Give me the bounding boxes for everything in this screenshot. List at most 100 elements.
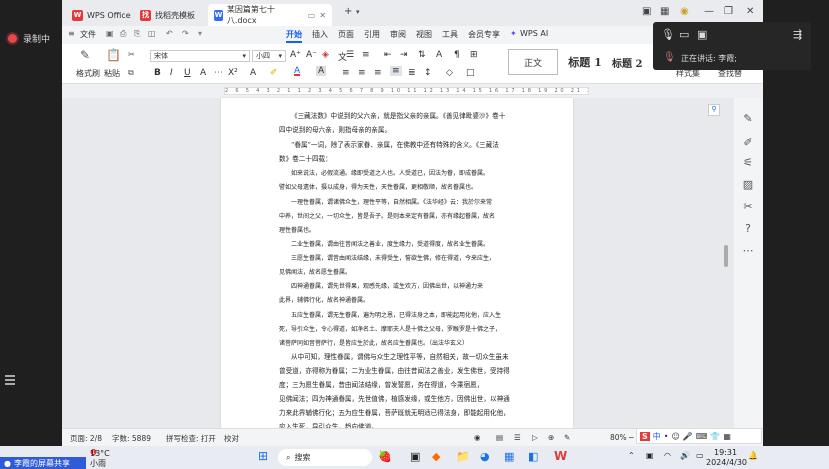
- italic-icon[interactable]: I: [170, 68, 173, 78]
- borders-icon[interactable]: ⊞: [470, 50, 478, 60]
- document-page[interactable]: 《三藏法数》中说到的父六亲，就是指父亲的亲属。《善见律毗婆沙》卷十 四中说到的母…: [221, 98, 573, 431]
- redo-icon[interactable]: ↷: [182, 29, 189, 38]
- window-icon[interactable]: ▭: [679, 28, 689, 41]
- battery-icon[interactable]: ▭: [696, 451, 704, 460]
- tab-display-icon[interactable]: ▭: [308, 11, 316, 20]
- menu-file[interactable]: 文件: [80, 29, 96, 40]
- show-marks-icon[interactable]: ¶: [454, 50, 460, 60]
- write-icon[interactable]: ✎: [564, 433, 570, 442]
- tray-app-icon[interactable]: ▣: [646, 451, 654, 460]
- sort-icon[interactable]: ⇅: [418, 50, 426, 60]
- more-icon[interactable]: ⋯: [741, 244, 755, 257]
- superscript-icon[interactable]: X²: [228, 68, 238, 78]
- ime-chinese-icon[interactable]: 中: [653, 431, 661, 442]
- play-icon[interactable]: ▷: [532, 433, 538, 442]
- menu-page[interactable]: 页面: [338, 29, 354, 40]
- panel-toggle-icon[interactable]: ⇶: [793, 28, 802, 41]
- adjust-icon[interactable]: ⚟: [741, 156, 755, 169]
- align-right-icon[interactable]: ≡: [374, 68, 382, 78]
- pen-icon[interactable]: ✎: [741, 112, 755, 125]
- chinese-layout-icon[interactable]: A: [436, 50, 442, 60]
- undo-icon[interactable]: ↶: [166, 29, 173, 38]
- notification-icon[interactable]: 🔔: [748, 451, 758, 460]
- style-heading-2[interactable]: 标题 2: [612, 49, 652, 75]
- bold-icon[interactable]: B: [154, 68, 161, 78]
- weather-desc[interactable]: 小雨: [90, 458, 106, 469]
- tab-template[interactable]: 找 找稻壳模板: [134, 4, 201, 26]
- member-avatar-icon[interactable]: ◉: [680, 6, 689, 17]
- ime-punct-icon[interactable]: •: [664, 432, 669, 441]
- vertical-scrollbar[interactable]: [724, 245, 728, 267]
- ime-skin-icon[interactable]: 👕: [710, 432, 720, 441]
- taskbar-search[interactable]: ⌕ 搜索: [278, 449, 372, 466]
- outdent-icon[interactable]: ⇤: [384, 50, 392, 60]
- zoom-out-icon[interactable]: −: [628, 433, 634, 442]
- style-normal[interactable]: 正文: [508, 49, 558, 75]
- font-color-icon[interactable]: A: [294, 66, 300, 76]
- cut-icon[interactable]: ✂: [128, 50, 135, 59]
- char-shading-icon[interactable]: A: [200, 68, 206, 78]
- menu-member[interactable]: 会员专享: [468, 29, 500, 40]
- align-center-icon[interactable]: ≡: [358, 68, 366, 78]
- volume-icon[interactable]: 🔊: [680, 451, 690, 460]
- ime-keyboard-icon[interactable]: ⌨: [696, 432, 708, 441]
- eye-protect-icon[interactable]: ◉: [474, 433, 481, 442]
- ime-toolbar[interactable]: S 中 • ☺ 🎤 ⌨ 👕 ▦: [636, 428, 762, 444]
- outline-view-icon[interactable]: ☰: [514, 433, 521, 442]
- shading-icon[interactable]: ◇: [446, 68, 453, 78]
- paste-icon[interactable]: 📋: [106, 48, 121, 62]
- menu-insert[interactable]: 插入: [312, 29, 328, 40]
- help-icon[interactable]: ?: [741, 222, 755, 235]
- char-border-icon[interactable]: A: [316, 66, 327, 76]
- font-name-select[interactable]: 宋体 ▾: [150, 50, 250, 62]
- bullet-list-icon[interactable]: ☰: [346, 50, 354, 60]
- format-painter-label[interactable]: 格式刷: [76, 68, 100, 79]
- wifi-icon[interactable]: ◠: [664, 451, 671, 460]
- meeting-app-icon[interactable]: ◧: [528, 450, 538, 463]
- screen-share-banner[interactable]: ● 李霞的屏幕共享: [0, 457, 86, 469]
- numbered-list-icon[interactable]: ≡: [362, 50, 370, 60]
- menu-home[interactable]: 开始: [286, 29, 302, 43]
- tools-icon[interactable]: ✂: [741, 200, 755, 213]
- format-painter-icon[interactable]: ✎: [80, 48, 90, 62]
- web-view-icon[interactable]: ⊕: [548, 433, 554, 442]
- tray-chevron-icon[interactable]: ⌃: [628, 451, 635, 460]
- line-spacing-icon[interactable]: ↕: [424, 68, 432, 78]
- menu-tools[interactable]: 工具: [442, 29, 458, 40]
- spellcheck-toggle[interactable]: 拼写检查: 打开: [166, 433, 216, 444]
- clock-date[interactable]: 2024/4/30: [706, 458, 747, 467]
- sogou-ime-icon[interactable]: S: [640, 431, 650, 441]
- clear-format-icon[interactable]: ◈: [322, 50, 329, 60]
- style-heading-1[interactable]: 标题 1: [562, 49, 608, 75]
- new-tab-icon[interactable]: +: [344, 6, 352, 17]
- edge-icon[interactable]: ◕: [480, 450, 490, 463]
- distributed-icon[interactable]: ≣: [408, 68, 416, 78]
- app-icon[interactable]: ◆: [432, 450, 440, 463]
- more-format-icon[interactable]: ⋯: [214, 68, 223, 78]
- close-window-icon[interactable]: ✕: [746, 6, 754, 17]
- menu-view[interactable]: 视图: [416, 29, 432, 40]
- location-icon[interactable]: ⚲: [708, 104, 720, 116]
- word-count[interactable]: 字数: 5889: [112, 433, 151, 444]
- paste-label[interactable]: 粘贴: [104, 68, 120, 79]
- border-box-icon[interactable]: □: [466, 68, 475, 78]
- export-icon[interactable]: ⎙: [120, 29, 126, 39]
- tab-document[interactable]: W 某因篇第七十八.docx ▭ ✕: [208, 4, 332, 26]
- weather-temp[interactable]: 13°C: [90, 449, 110, 458]
- zoom-level[interactable]: 80%: [610, 433, 627, 442]
- recording-indicator[interactable]: 录制中: [8, 32, 50, 45]
- ime-menu-icon[interactable]: ▦: [723, 432, 731, 441]
- ime-emoji-icon[interactable]: ☺: [671, 432, 679, 441]
- minimize-icon[interactable]: —: [704, 6, 714, 17]
- proofread-button[interactable]: 校对: [224, 433, 239, 444]
- tab-wps-office[interactable]: W WPS Office: [66, 4, 137, 26]
- text-effect-icon[interactable]: A: [250, 68, 256, 78]
- more-quick-icon[interactable]: ▾: [198, 29, 202, 38]
- layout-icon[interactable]: ▣: [697, 28, 707, 41]
- mic-icon[interactable]: 🎙: [661, 28, 675, 41]
- print-icon[interactable]: ⎘: [134, 29, 140, 39]
- clock-time[interactable]: 19:31: [714, 448, 737, 457]
- page-count[interactable]: 页面: 2/8: [70, 433, 102, 444]
- task-view-icon[interactable]: ▣: [410, 450, 420, 463]
- align-left-icon[interactable]: ≡: [342, 68, 350, 78]
